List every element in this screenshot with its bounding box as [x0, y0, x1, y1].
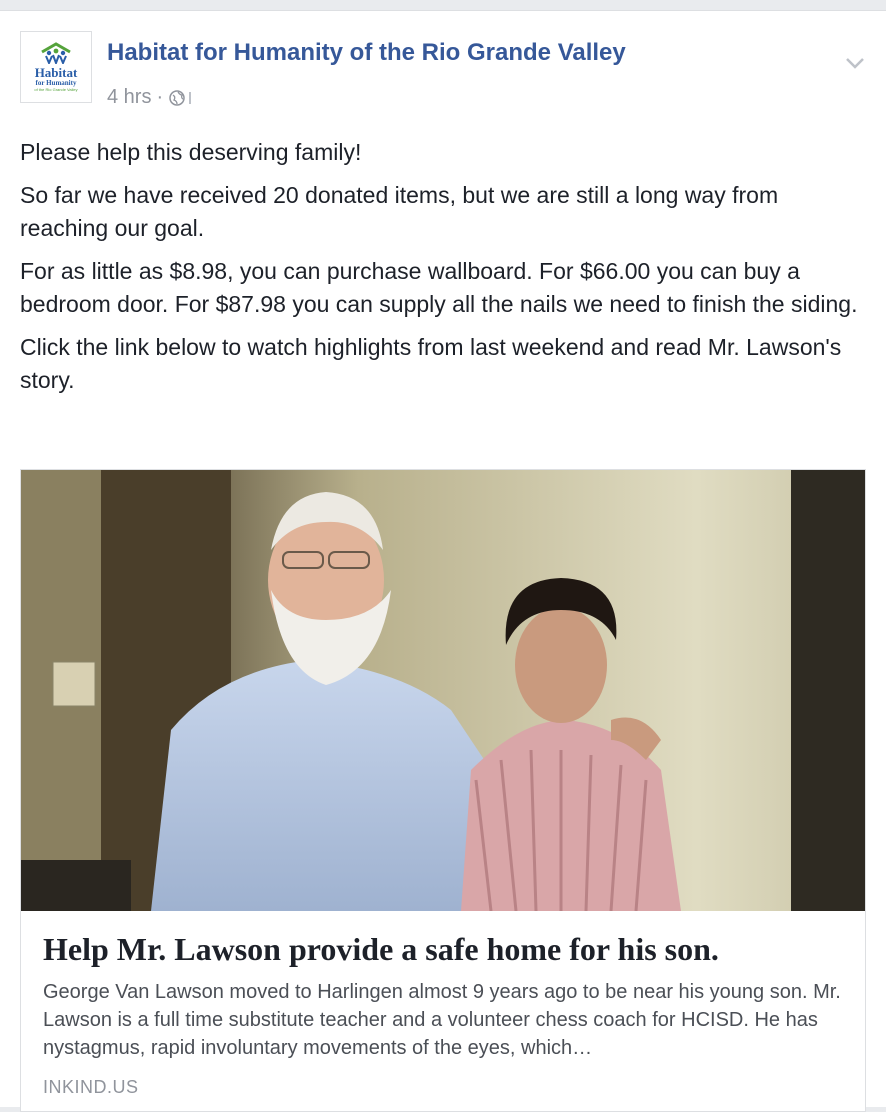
link-preview-card[interactable]: Help Mr. Lawson provide a safe home for …	[20, 469, 866, 1112]
post-paragraph: Click the link below to watch highlights…	[20, 334, 842, 393]
post-card: Habitat for Humanity of the Rio Grande V…	[0, 10, 886, 1112]
logo-sub: for Humanity	[35, 79, 77, 87]
link-preview-description: George Van Lawson moved to Harlingen alm…	[43, 981, 841, 1059]
logo-word: Habitat	[34, 65, 78, 80]
globe-icon[interactable]	[169, 89, 185, 106]
habitat-logo-icon	[41, 42, 71, 64]
post-meta: 4 hrs ·	[107, 86, 192, 109]
chevron-down-icon[interactable]	[844, 55, 866, 71]
post-paragraph: So far we have received 20 donated items…	[20, 182, 779, 241]
meta-divider	[189, 91, 192, 104]
link-preview-title[interactable]: Help Mr. Lawson provide a safe home for …	[43, 930, 843, 968]
post-paragraph: For as little as $8.98, you can purchase…	[20, 258, 858, 317]
link-preview-photo[interactable]	[21, 470, 865, 911]
post-timestamp[interactable]: 4 hrs	[107, 86, 151, 109]
meta-separator: ·	[156, 86, 164, 108]
logo-tiny: of the Rio Grande Valley	[34, 87, 78, 92]
post-body: Please help this deserving family! So fa…	[20, 136, 866, 407]
link-preview-domain: INKIND.US	[43, 1077, 139, 1097]
page-avatar[interactable]: Habitat for Humanity of the Rio Grande V…	[20, 31, 92, 103]
post-paragraph: Please help this deserving family!	[20, 139, 362, 165]
link-preview-body: Help Mr. Lawson provide a safe home for …	[43, 930, 843, 1098]
page-name-link[interactable]: Habitat for Humanity of the Rio Grande V…	[107, 39, 626, 67]
post-header: Habitat for Humanity of the Rio Grande V…	[20, 31, 866, 109]
